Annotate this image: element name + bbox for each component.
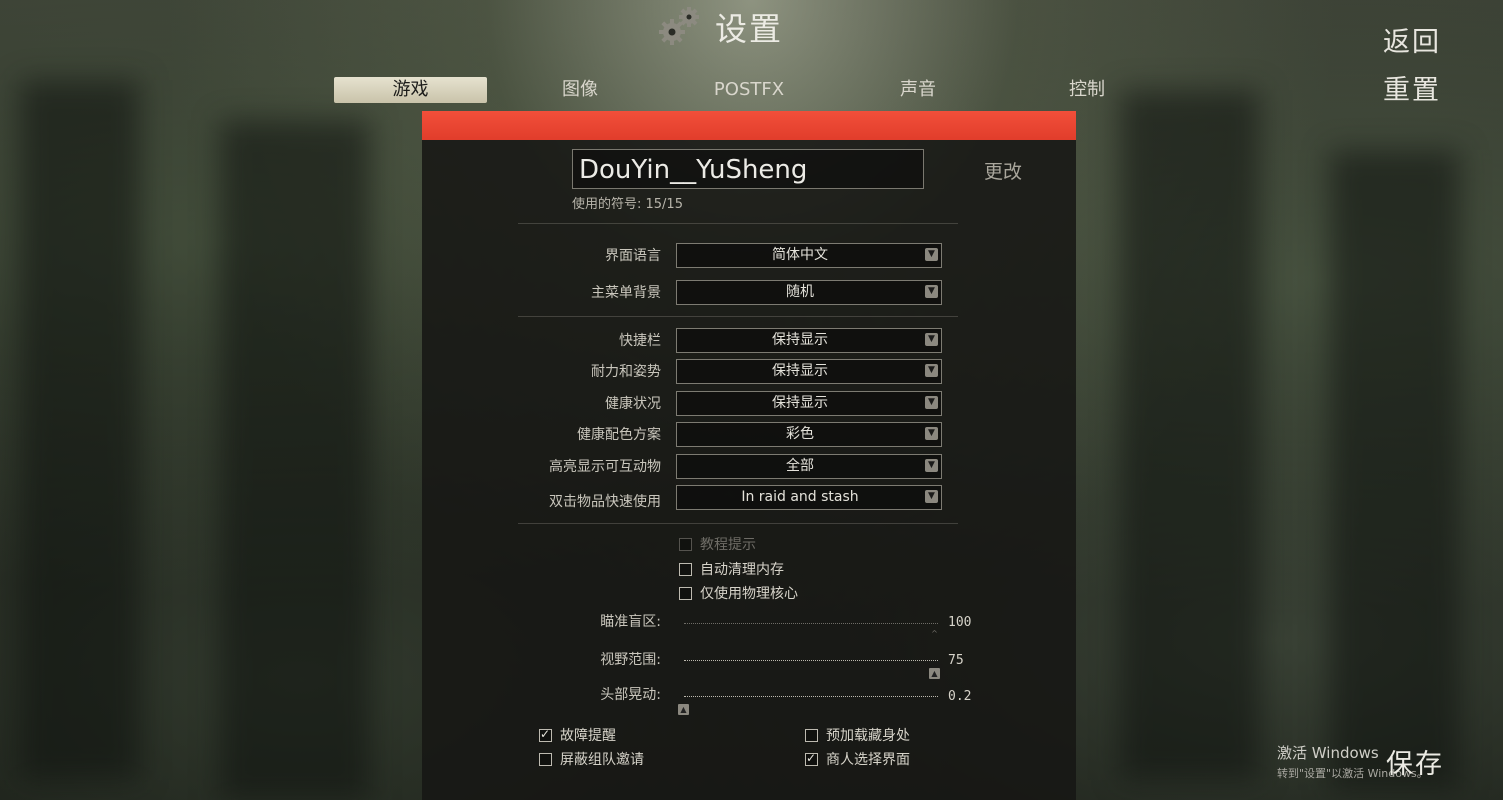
- dropdown-value: 简体中文: [772, 247, 828, 263]
- save-button[interactable]: 保存: [1386, 742, 1444, 781]
- header: 设置 返回 重置: [0, 0, 1503, 106]
- dropdown-value: In raid and stash: [741, 489, 859, 505]
- tab-sound[interactable]: 声音: [870, 77, 966, 103]
- auto-clean-memory-checkbox[interactable]: 自动清理内存: [679, 559, 784, 579]
- divider: [518, 223, 958, 224]
- malfunction-alert-checkbox[interactable]: 故障提醒: [539, 725, 616, 745]
- nickname-field[interactable]: DouYin__YuSheng: [572, 149, 924, 189]
- setting-label-language: 界面语言: [605, 248, 661, 264]
- slider-handle[interactable]: ▲: [929, 668, 940, 679]
- checkbox-box: [679, 537, 692, 551]
- background-tree: [20, 80, 140, 780]
- slider-value: 0.2: [948, 689, 972, 704]
- reset-button[interactable]: 重置: [1383, 68, 1441, 107]
- slider-value: 100: [948, 615, 972, 630]
- chevron-down-icon: ▼: [925, 285, 938, 298]
- dropdown-value: 保持显示: [772, 363, 828, 379]
- head-bob-slider[interactable]: [684, 696, 938, 699]
- preload-hideout-checkbox[interactable]: 预加载藏身处: [805, 725, 910, 745]
- checkbox-box: [805, 751, 818, 766]
- gears-icon: [659, 7, 699, 45]
- divider: [518, 316, 958, 317]
- fov-slider[interactable]: [684, 660, 938, 663]
- slider-label-aim-deadzone: 瞄准盲区:: [600, 614, 661, 630]
- language-dropdown[interactable]: 简体中文 ▼: [676, 243, 942, 268]
- setting-label-quickbar: 快捷栏: [619, 333, 661, 349]
- divider: [518, 523, 958, 524]
- checkbox-box: [679, 562, 692, 576]
- settings-panel: DouYin__YuSheng 更改 使用的符号: 15/15 界面语言 简体中…: [422, 111, 1076, 800]
- tab-postfx[interactable]: POSTFX: [696, 77, 802, 103]
- physical-cores-checkbox[interactable]: 仅使用物理核心: [679, 583, 798, 603]
- chevron-down-icon: ▼: [925, 459, 938, 472]
- aim-deadzone-slider[interactable]: [684, 623, 938, 626]
- back-button[interactable]: 返回: [1383, 20, 1441, 59]
- tutorial-hints-checkbox[interactable]: 教程提示: [679, 534, 756, 554]
- stamina-dropdown[interactable]: 保持显示 ▼: [676, 359, 942, 384]
- checkbox-label: 商人选择界面: [826, 752, 910, 768]
- highlight-dropdown[interactable]: 全部 ▼: [676, 454, 942, 479]
- chevron-down-icon: ▼: [925, 427, 938, 440]
- tab-bar: 游戏 图像 POSTFX 声音 控制: [334, 77, 1146, 105]
- health-dropdown[interactable]: 保持显示 ▼: [676, 391, 942, 416]
- double-click-dropdown[interactable]: In raid and stash ▼: [676, 485, 942, 510]
- setting-label-health: 健康状况: [605, 396, 661, 412]
- dropdown-value: 保持显示: [772, 332, 828, 348]
- dropdown-value: 随机: [786, 284, 814, 300]
- title-group: 设置: [655, 4, 783, 50]
- checkbox-label: 自动清理内存: [700, 562, 784, 578]
- setting-label-menu-background: 主菜单背景: [591, 285, 661, 301]
- dropdown-value: 保持显示: [772, 395, 828, 411]
- setting-label-stamina: 耐力和姿势: [591, 364, 661, 380]
- checkbox-label: 仅使用物理核心: [700, 586, 798, 602]
- checkbox-label: 预加载藏身处: [826, 728, 910, 744]
- chevron-down-icon: ▼: [925, 364, 938, 377]
- chevron-down-icon: ▼: [925, 248, 938, 261]
- quickbar-dropdown[interactable]: 保持显示 ▼: [676, 328, 942, 353]
- setting-label-health-color: 健康配色方案: [577, 427, 661, 443]
- checkbox-label: 教程提示: [700, 537, 756, 553]
- checkbox-box: [805, 728, 818, 742]
- slider-label-head-bob: 头部晃动:: [600, 687, 661, 703]
- background-tree: [1330, 150, 1460, 790]
- checkbox-box: [539, 727, 552, 742]
- slider-value: 75: [948, 653, 964, 668]
- health-color-dropdown[interactable]: 彩色 ▼: [676, 422, 942, 447]
- symbol-counter: 使用的符号: 15/15: [572, 197, 683, 212]
- block-group-invites-checkbox[interactable]: 屏蔽组队邀请: [539, 749, 644, 769]
- slider-handle[interactable]: ^: [929, 628, 940, 639]
- dropdown-value: 全部: [786, 458, 814, 474]
- tab-graphics[interactable]: 图像: [530, 77, 630, 103]
- chevron-down-icon: ▼: [925, 396, 938, 409]
- trader-select-checkbox[interactable]: 商人选择界面: [805, 749, 910, 769]
- menu-background-dropdown[interactable]: 随机 ▼: [676, 280, 942, 305]
- setting-label-highlight: 高亮显示可互动物: [549, 459, 661, 475]
- checkbox-box: [539, 752, 552, 766]
- tab-controls[interactable]: 控制: [1038, 77, 1136, 103]
- page-title: 设置: [715, 10, 784, 48]
- setting-label-double-click: 双击物品快速使用: [549, 494, 661, 510]
- background-tree: [1120, 90, 1260, 780]
- checkbox-label: 故障提醒: [560, 728, 616, 744]
- tab-game[interactable]: 游戏: [334, 77, 487, 103]
- slider-handle[interactable]: ▲: [678, 704, 689, 715]
- accent-bar: [422, 111, 1076, 140]
- dropdown-value: 彩色: [786, 426, 814, 442]
- chevron-down-icon: ▼: [925, 333, 938, 346]
- background-tree: [220, 120, 370, 800]
- chevron-down-icon: ▼: [925, 490, 938, 503]
- slider-label-fov: 视野范围:: [600, 652, 661, 668]
- change-nickname-button[interactable]: 更改: [984, 157, 1022, 184]
- checkbox-label: 屏蔽组队邀请: [560, 752, 644, 768]
- checkbox-box: [679, 586, 692, 600]
